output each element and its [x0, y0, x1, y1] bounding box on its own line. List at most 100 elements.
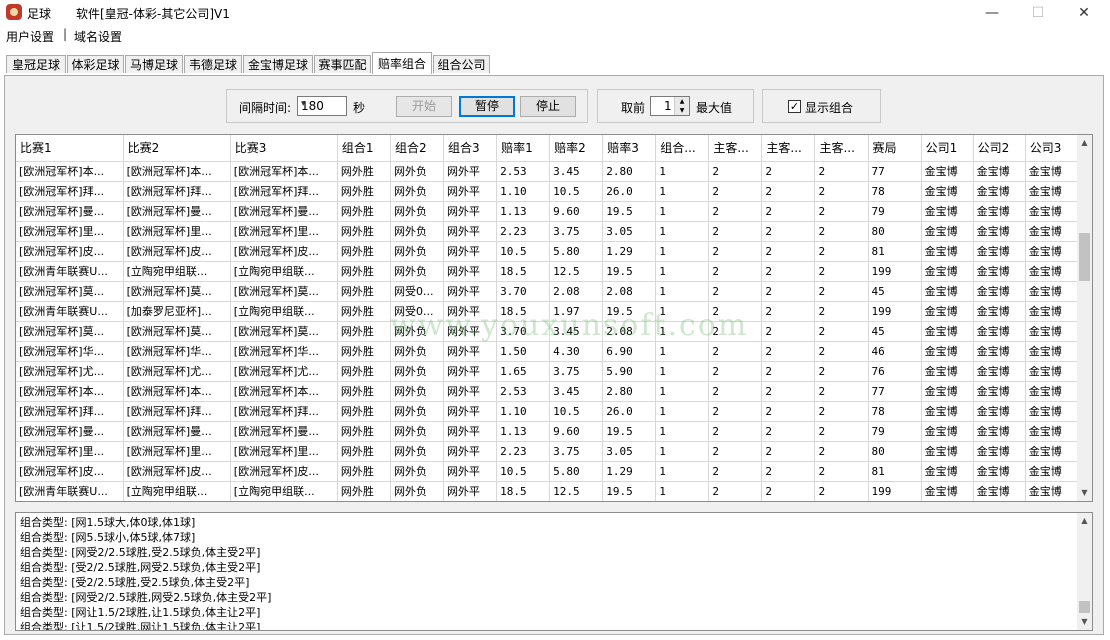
table-cell: 金宝博	[1025, 461, 1079, 482]
table-cell: [欧洲冠军杯]莫...	[230, 281, 338, 302]
table-cell: 网外平	[443, 481, 498, 501]
table-cell: 网外负	[390, 201, 445, 222]
tab-mabo-football[interactable]: 马博足球	[125, 55, 183, 73]
show-combo-checkbox[interactable]: ✓	[788, 100, 801, 113]
table-row[interactable]: [欧洲冠军杯]拜... [欧洲冠军杯]拜... [欧洲冠军杯]拜... 网外胜 网外负网…	[16, 401, 1079, 422]
table-cell: 81	[868, 241, 922, 262]
menu-user-settings[interactable]: 用户设置	[6, 28, 54, 45]
table-cell: 金宝博	[921, 181, 974, 202]
scroll-thumb[interactable]	[1079, 601, 1090, 613]
table-row[interactable]: [欧洲冠军杯]皮... [欧洲冠军杯]皮... [欧洲冠军杯]皮... 网外胜 网外负网…	[16, 241, 1079, 262]
table-row[interactable]: [欧洲冠军杯]本... [欧洲冠军杯]本... [欧洲冠军杯]本... 网外胜 网外负网…	[16, 381, 1079, 402]
column-header[interactable]: 公司1	[921, 135, 974, 162]
table-cell: [欧洲冠军杯]里...	[16, 221, 124, 242]
chevron-down-icon: ▾	[301, 99, 306, 109]
table-cell: 1	[655, 161, 710, 182]
combo-log[interactable]: 组合类型: [网1.5球大,体0球,体1球] 组合类型: [网5.5球小,体5球,…	[15, 512, 1093, 631]
table-cell: 80	[868, 441, 922, 462]
column-header[interactable]: 赔率2	[549, 135, 604, 162]
column-header[interactable]: 组合3	[443, 135, 498, 162]
table-cell: 2	[761, 181, 816, 202]
table-cell: [欧洲冠军杯]皮...	[123, 241, 231, 262]
show-combo-label[interactable]: 显示组合	[805, 99, 853, 116]
table-row[interactable]: [欧洲冠军杯]华... [欧洲冠军杯]华... [欧洲冠军杯]华... 网外胜 网外负网…	[16, 341, 1079, 362]
column-header[interactable]: 赔率1	[496, 135, 551, 162]
tab-strip: 皇冠足球 体彩足球 马博足球 韦德足球 金宝博足球 赛事匹配 赔率组合 组合公司	[0, 52, 1110, 76]
scroll-down-icon[interactable]: ▼	[1077, 485, 1092, 501]
column-header[interactable]: 比赛2	[123, 135, 231, 162]
max-label: 最大值	[696, 101, 733, 115]
table-cell: 199	[868, 301, 922, 322]
minimize-button[interactable]: —	[970, 2, 1014, 24]
tab-match-pairing[interactable]: 赛事匹配	[314, 55, 371, 73]
column-header[interactable]: 公司3	[1025, 135, 1079, 162]
take-count-stepper[interactable]: 1 ▲ ▼	[650, 96, 690, 116]
column-header[interactable]: 公司2	[973, 135, 1026, 162]
table-cell: 金宝博	[1025, 161, 1079, 182]
scroll-thumb[interactable]	[1079, 233, 1090, 281]
table-row[interactable]: [欧洲冠军杯]皮... [欧洲冠军杯]皮... [欧洲冠军杯]皮... 网外胜 网外负网…	[16, 461, 1079, 482]
column-header[interactable]: 主客...	[814, 135, 869, 162]
column-header[interactable]: 主客...	[761, 135, 816, 162]
column-header[interactable]: 组合1	[337, 135, 391, 162]
interval-label: 间隔时间:	[239, 101, 292, 115]
log-scrollbar[interactable]: ▲ ▼	[1077, 513, 1092, 630]
table-row[interactable]: [欧洲冠军杯]拜... [欧洲冠军杯]拜... [欧洲冠军杯]拜... 网外胜 网外负网…	[16, 181, 1079, 202]
table-cell: 网外平	[443, 221, 498, 242]
scroll-up-icon[interactable]: ▲	[1077, 135, 1092, 151]
tab-odds-combo[interactable]: 赔率组合	[372, 52, 432, 74]
log-line: 组合类型: [让1.5/2球胜,网让1.5球负,体主让2平]	[20, 621, 261, 631]
scroll-up-icon[interactable]: ▲	[1077, 513, 1092, 529]
table-cell: [立陶宛甲组联...	[230, 301, 338, 322]
table-cell: 金宝博	[973, 361, 1026, 382]
close-button[interactable]: ✕	[1062, 2, 1106, 24]
column-header[interactable]: 比赛1	[16, 135, 124, 162]
scroll-down-icon[interactable]: ▼	[1077, 614, 1092, 630]
table-row[interactable]: [欧洲冠军杯]本... [欧洲冠军杯]本... [欧洲冠军杯]本... 网外胜 网外负网…	[16, 161, 1079, 182]
column-header[interactable]: 主客...	[708, 135, 763, 162]
column-header[interactable]: 组合...	[655, 135, 710, 162]
table-cell: [欧洲冠军杯]里...	[123, 441, 231, 462]
menu-domain-settings[interactable]: 域名设置	[74, 28, 122, 45]
table-row[interactable]: [欧洲冠军杯]莫... [欧洲冠军杯]莫... [欧洲冠军杯]莫... 网外胜 网外负网…	[16, 321, 1079, 342]
table-cell: 金宝博	[973, 221, 1026, 242]
table-row[interactable]: [欧洲冠军杯]里... [欧洲冠军杯]里... [欧洲冠军杯]里... 网外胜 网外负网…	[16, 221, 1079, 242]
table-row[interactable]: [欧洲青年联赛U... [加泰罗尼亚杯]... [立陶宛甲组联... 网外胜 网受0..…	[16, 301, 1079, 322]
table-cell: [欧洲冠军杯]曼...	[16, 201, 124, 222]
take-label: 取前	[621, 101, 646, 115]
table-row[interactable]: [欧洲冠军杯]里... [欧洲冠军杯]里... [欧洲冠军杯]里... 网外胜 网外负网…	[16, 441, 1079, 462]
column-header[interactable]: 比赛3	[230, 135, 338, 162]
table-cell: 金宝博	[921, 301, 974, 322]
tab-lottery-football[interactable]: 体彩足球	[67, 55, 124, 73]
table-cell: 网外负	[390, 441, 445, 462]
table-row[interactable]: [欧洲冠军杯]尤... [欧洲冠军杯]尤... [欧洲冠军杯]尤... 网外胜 网外负网…	[16, 361, 1079, 382]
odds-combo-grid[interactable]: 比赛1 比赛2 比赛3 组合1 组合2 组合3 赔率1 赔率2 赔率3 组合... 主客... 主客.…	[15, 134, 1093, 502]
interval-select[interactable]: 180 ▾	[297, 96, 347, 116]
table-cell: 2	[761, 221, 816, 242]
column-header[interactable]: 赔率3	[602, 135, 657, 162]
table-cell: 2	[708, 361, 763, 382]
pause-button[interactable]: 暂停	[459, 96, 515, 117]
stepper-up-icon[interactable]: ▲	[674, 97, 689, 106]
table-cell: 3.05	[602, 221, 657, 242]
tab-crown-football[interactable]: 皇冠足球	[6, 55, 66, 73]
table-row[interactable]: [欧洲冠军杯]曼... [欧洲冠军杯]曼... [欧洲冠军杯]曼... 网外胜 网外负网…	[16, 421, 1079, 442]
tab-weide-football[interactable]: 韦德足球	[184, 55, 242, 73]
table-cell: [欧洲冠军杯]拜...	[123, 181, 231, 202]
table-row[interactable]: [欧洲冠军杯]莫... [欧洲冠军杯]莫... [欧洲冠军杯]莫... 网外胜 网受0.…	[16, 281, 1079, 302]
table-row[interactable]: [欧洲冠军杯]曼... [欧洲冠军杯]曼... [欧洲冠军杯]曼... 网外胜 网外负网…	[16, 201, 1079, 222]
start-button[interactable]: 开始	[396, 96, 452, 117]
column-header[interactable]: 赛局	[868, 135, 922, 162]
table-row[interactable]: [欧洲青年联赛U... [立陶宛甲组联... [立陶宛甲组联... 网外胜 网外负 网外平…	[16, 481, 1079, 501]
column-header[interactable]: 组合2	[390, 135, 445, 162]
table-cell: [欧洲冠军杯]曼...	[123, 201, 231, 222]
tab-combo-company[interactable]: 组合公司	[433, 55, 490, 73]
tab-jinbaobo-football[interactable]: 金宝博足球	[243, 55, 313, 73]
grid-scrollbar[interactable]: ▲ ▼	[1077, 135, 1092, 501]
table-cell: [加泰罗尼亚杯]...	[123, 301, 231, 322]
table-cell: 199	[868, 481, 922, 501]
maximize-button[interactable]: ☐	[1016, 2, 1060, 24]
stop-button[interactable]: 停止	[520, 96, 576, 117]
stepper-down-icon[interactable]: ▼	[674, 106, 689, 115]
table-row[interactable]: [欧洲青年联赛U... [立陶宛甲组联... [立陶宛甲组联... 网外胜 网外负 网外平…	[16, 261, 1079, 282]
